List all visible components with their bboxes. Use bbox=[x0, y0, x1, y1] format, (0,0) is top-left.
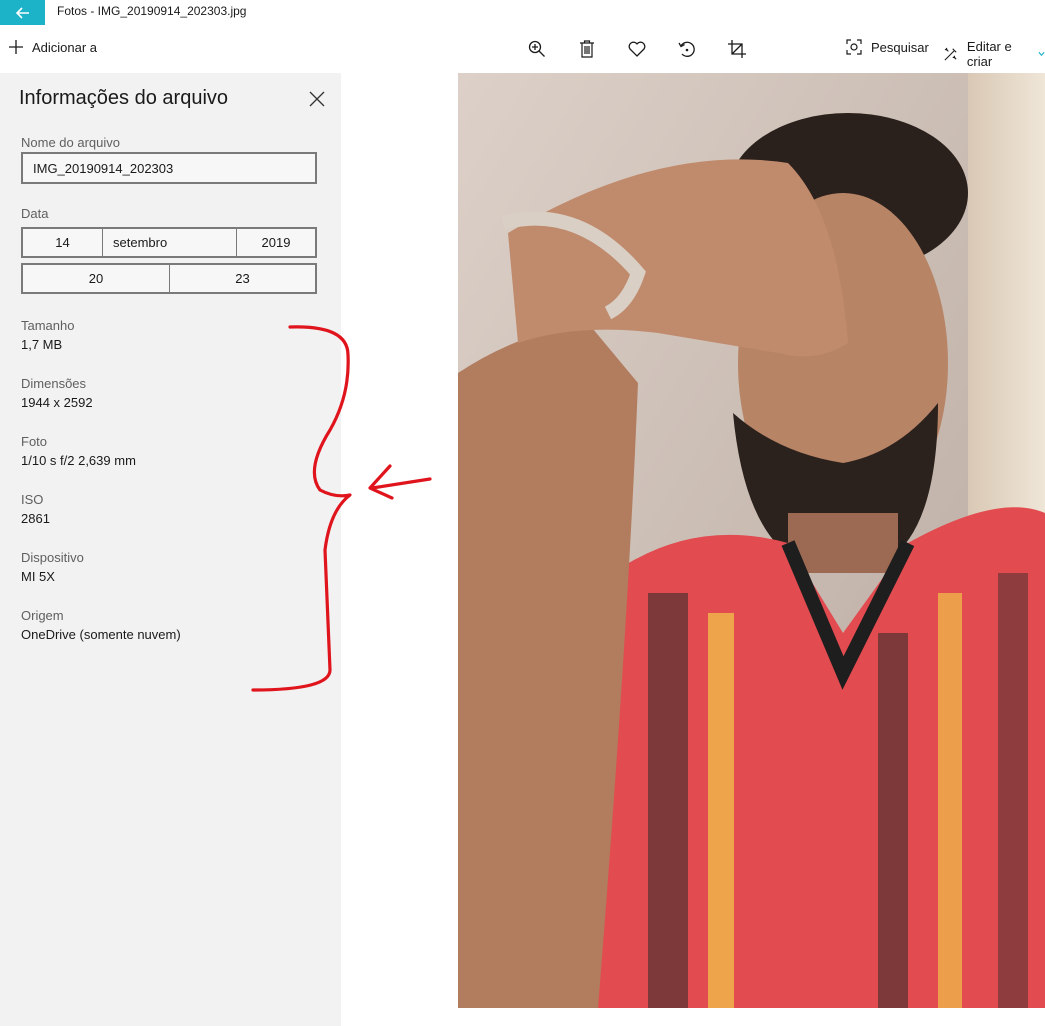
crop-button[interactable] bbox=[726, 38, 748, 60]
device-label: Dispositivo bbox=[21, 550, 84, 565]
file-info-panel: Informações do arquivo Nome do arquivo I… bbox=[0, 73, 341, 1026]
close-panel-button[interactable] bbox=[306, 88, 328, 110]
rotate-icon bbox=[678, 41, 695, 57]
photo-image bbox=[458, 73, 1045, 1008]
date-year[interactable]: 2019 bbox=[237, 229, 315, 256]
add-to-label: Adicionar a bbox=[32, 39, 98, 55]
delete-button[interactable] bbox=[576, 38, 598, 60]
delete-icon bbox=[580, 40, 594, 58]
favorite-button[interactable] bbox=[626, 38, 648, 60]
date-day[interactable]: 14 bbox=[23, 229, 103, 256]
toolbar: Adicionar a Pesquisar Editar e criar bbox=[0, 25, 1045, 73]
search-button[interactable]: Pesquisar bbox=[846, 39, 929, 55]
edit-create-label: Editar e criar bbox=[966, 39, 1012, 69]
filename-field[interactable]: IMG_20190914_202303 bbox=[21, 152, 317, 184]
date-month[interactable]: setembro bbox=[103, 229, 237, 256]
device-value: MI 5X bbox=[21, 569, 55, 584]
edit-create-button[interactable]: Editar e criar bbox=[944, 39, 1045, 69]
back-arrow-icon bbox=[15, 6, 29, 19]
zoom-in-icon bbox=[528, 40, 545, 57]
edit-create-icon bbox=[944, 47, 957, 61]
back-button[interactable] bbox=[0, 0, 45, 25]
origin-value: OneDrive (somente nuvem) bbox=[21, 627, 181, 642]
time-minute[interactable]: 23 bbox=[170, 265, 315, 292]
panel-title: Informações do arquivo bbox=[19, 87, 229, 109]
rotate-button[interactable] bbox=[676, 38, 698, 60]
close-icon bbox=[309, 91, 325, 107]
iso-label: ISO bbox=[21, 492, 44, 507]
plus-icon bbox=[9, 40, 23, 54]
add-to-button[interactable]: Adicionar a bbox=[8, 39, 97, 55]
time-picker[interactable]: 20 23 bbox=[21, 263, 317, 294]
filename-label: Nome do arquivo bbox=[21, 135, 120, 150]
visual-search-icon bbox=[846, 39, 862, 55]
chevron-down-icon bbox=[1038, 51, 1045, 57]
window-title: Fotos - IMG_20190914_202303.jpg bbox=[57, 4, 247, 18]
photo-label: Foto bbox=[21, 434, 48, 449]
photo-viewer[interactable] bbox=[458, 73, 1045, 1008]
photo-value: 1/10 s f/2 2,639 mm bbox=[21, 453, 136, 468]
iso-value: 2861 bbox=[21, 511, 50, 526]
dimensions-value: 1944 x 2592 bbox=[21, 395, 93, 410]
title-bar: Fotos - IMG_20190914_202303.jpg bbox=[0, 0, 1045, 25]
dimensions-label: Dimensões bbox=[21, 376, 87, 391]
date-picker[interactable]: 14 setembro 2019 bbox=[21, 227, 317, 258]
crop-icon bbox=[728, 40, 746, 58]
size-value: 1,7 MB bbox=[21, 337, 63, 352]
origin-label: Origem bbox=[21, 608, 64, 623]
heart-icon bbox=[628, 41, 646, 57]
size-label: Tamanho bbox=[21, 318, 75, 333]
time-hour[interactable]: 20 bbox=[23, 265, 170, 292]
search-label: Pesquisar bbox=[871, 39, 929, 55]
zoom-in-button[interactable] bbox=[526, 38, 548, 60]
filename-value: IMG_20190914_202303 bbox=[33, 160, 174, 176]
date-label: Data bbox=[21, 206, 49, 221]
